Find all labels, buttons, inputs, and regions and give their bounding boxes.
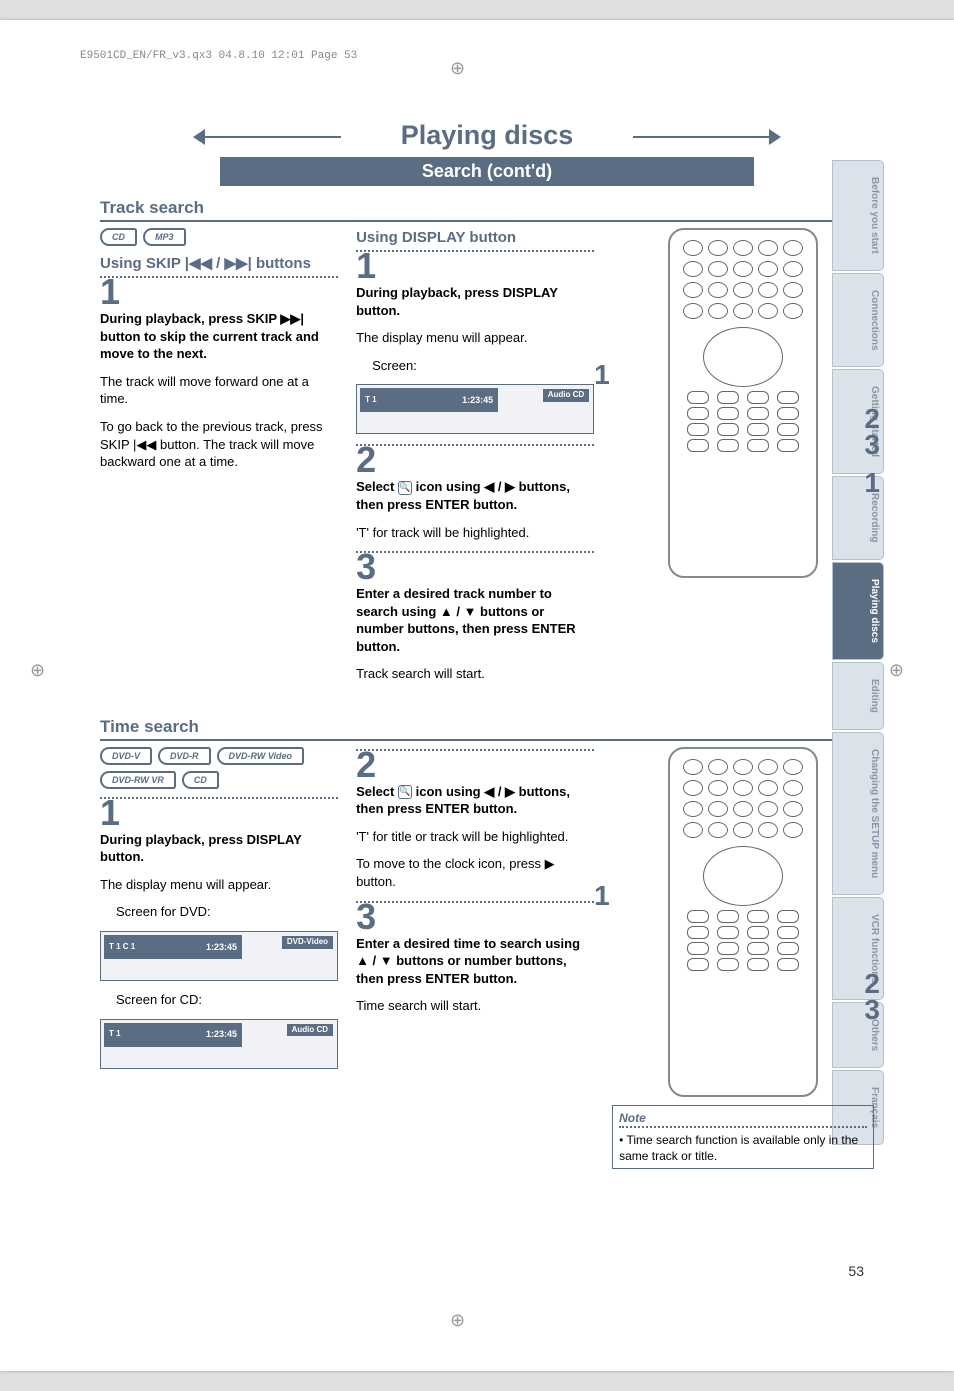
- callout-1-left: 1: [594, 877, 610, 915]
- screen-cd-label: Screen for CD:: [116, 991, 338, 1009]
- time-step-number-2: 2: [356, 747, 594, 783]
- using-skip-title: Using SKIP |◀◀ / ▶▶| buttons: [100, 254, 338, 274]
- step-number-1: 1: [100, 274, 338, 310]
- section-bar: Search (cont'd): [220, 157, 754, 186]
- banner-arrow-left-icon: [201, 136, 341, 138]
- display-step1-bold: During playback, press DISPLAY button.: [356, 284, 594, 319]
- chapter-title: Playing discs: [351, 120, 624, 151]
- cd-disc-icon: CD: [182, 771, 219, 789]
- display-step2-body: 'T' for track will be highlighted.: [356, 524, 594, 542]
- note-box: Note • Time search function is available…: [612, 1105, 874, 1170]
- display-step3-body: Track search will start.: [356, 665, 594, 683]
- time-step-number-3: 3: [356, 899, 594, 935]
- time-step2-body2: To move to the clock icon, press ▶ butto…: [356, 855, 594, 890]
- step-number-3: 3: [356, 549, 594, 585]
- time-step-number-1: 1: [100, 795, 338, 831]
- remote-control-illustration: [668, 747, 818, 1097]
- osd-badge-audio-cd: Audio CD: [543, 389, 589, 402]
- screen-label: Screen:: [372, 357, 594, 375]
- time-step3-body: Time search will start.: [356, 997, 594, 1015]
- osd-badge-dvd: DVD-Video: [282, 936, 333, 949]
- remote-nav-pad: [703, 327, 783, 387]
- callout-3-right: 3: [864, 991, 880, 1029]
- cd-disc-icon: CD: [100, 228, 137, 246]
- step-number-2: 2: [356, 442, 594, 478]
- crop-mark: ⊕: [889, 660, 904, 681]
- remote-nav-pad: [703, 846, 783, 906]
- dvd-rw-vr-disc-icon: DVD-RW VR: [100, 771, 176, 789]
- callout-3-right: 3: [864, 426, 880, 464]
- osd-track-indicator: T 1: [365, 395, 377, 406]
- mp3-disc-icon: MP3: [143, 228, 186, 246]
- display-step1-body: The display menu will appear.: [356, 329, 594, 347]
- time-step1-body: The display menu will appear.: [100, 876, 338, 894]
- time-step1-bold: During playback, press DISPLAY button.: [100, 831, 338, 866]
- crop-mark: ⊕: [450, 1310, 465, 1331]
- osd-screen-cd: T 1 1:23:45 Audio CD: [100, 1019, 338, 1069]
- osd-track-dvd: T 1 C 1: [109, 942, 135, 953]
- crop-mark: ⊕: [450, 58, 465, 79]
- step1-body1: The track will move forward one at a tim…: [100, 373, 338, 408]
- dvd-rw-video-disc-icon: DVD-RW Video: [217, 747, 305, 765]
- display-step2-bold: Select 🔍 icon using ◀ / ▶ buttons, then …: [356, 478, 594, 513]
- osd-time-dvd: 1:23:45: [206, 941, 237, 953]
- time-step2-bold: Select 🔍 icon using ◀ / ▶ buttons, then …: [356, 783, 594, 818]
- chapter-title-text: Playing discs: [401, 120, 574, 150]
- track-search-heading: Track search: [100, 198, 874, 222]
- osd-track-cd: T 1: [109, 1029, 121, 1040]
- screen-dvd-label: Screen for DVD:: [116, 903, 338, 921]
- callout-1-left: 1: [594, 356, 610, 394]
- step1-body2: To go back to the previous track, press …: [100, 418, 338, 471]
- search-osd-icon: 🔍: [398, 481, 412, 495]
- page-number: 53: [848, 1263, 864, 1279]
- step1-instruction: During playback, press SKIP ▶▶| button t…: [100, 310, 338, 363]
- dvd-v-disc-icon: DVD-V: [100, 747, 152, 765]
- banner-arrow-right-icon: [633, 136, 773, 138]
- crop-mark: ⊕: [30, 660, 45, 681]
- remote-control-illustration: [668, 228, 818, 578]
- time-search-heading: Time search: [100, 717, 874, 741]
- print-meta-header: E9501CD_EN/FR_v3.qx3 04.8.10 12:01 Page …: [0, 20, 954, 62]
- osd-time-cd: 1:23:45: [206, 1028, 237, 1040]
- using-display-title: Using DISPLAY button: [356, 228, 594, 248]
- time-step3-bold: Enter a desired time to search using ▲ /…: [356, 935, 594, 988]
- note-body: • Time search function is available only…: [619, 1132, 867, 1164]
- osd-badge-cd: Audio CD: [287, 1024, 333, 1037]
- callout-1-right: 1: [864, 464, 880, 502]
- time-step2-body1: 'T' for title or track will be highlight…: [356, 828, 594, 846]
- note-title: Note: [619, 1110, 867, 1128]
- dvd-r-disc-icon: DVD-R: [158, 747, 211, 765]
- search-osd-icon: 🔍: [398, 785, 412, 799]
- osd-screen-audio-cd: T 1 1:23:45 Audio CD: [356, 384, 594, 434]
- display-step3-bold: Enter a desired track number to search u…: [356, 585, 594, 655]
- step-number-1: 1: [356, 248, 594, 284]
- osd-screen-dvd: T 1 C 1 1:23:45 DVD-Video: [100, 931, 338, 981]
- osd-time: 1:23:45: [462, 394, 493, 406]
